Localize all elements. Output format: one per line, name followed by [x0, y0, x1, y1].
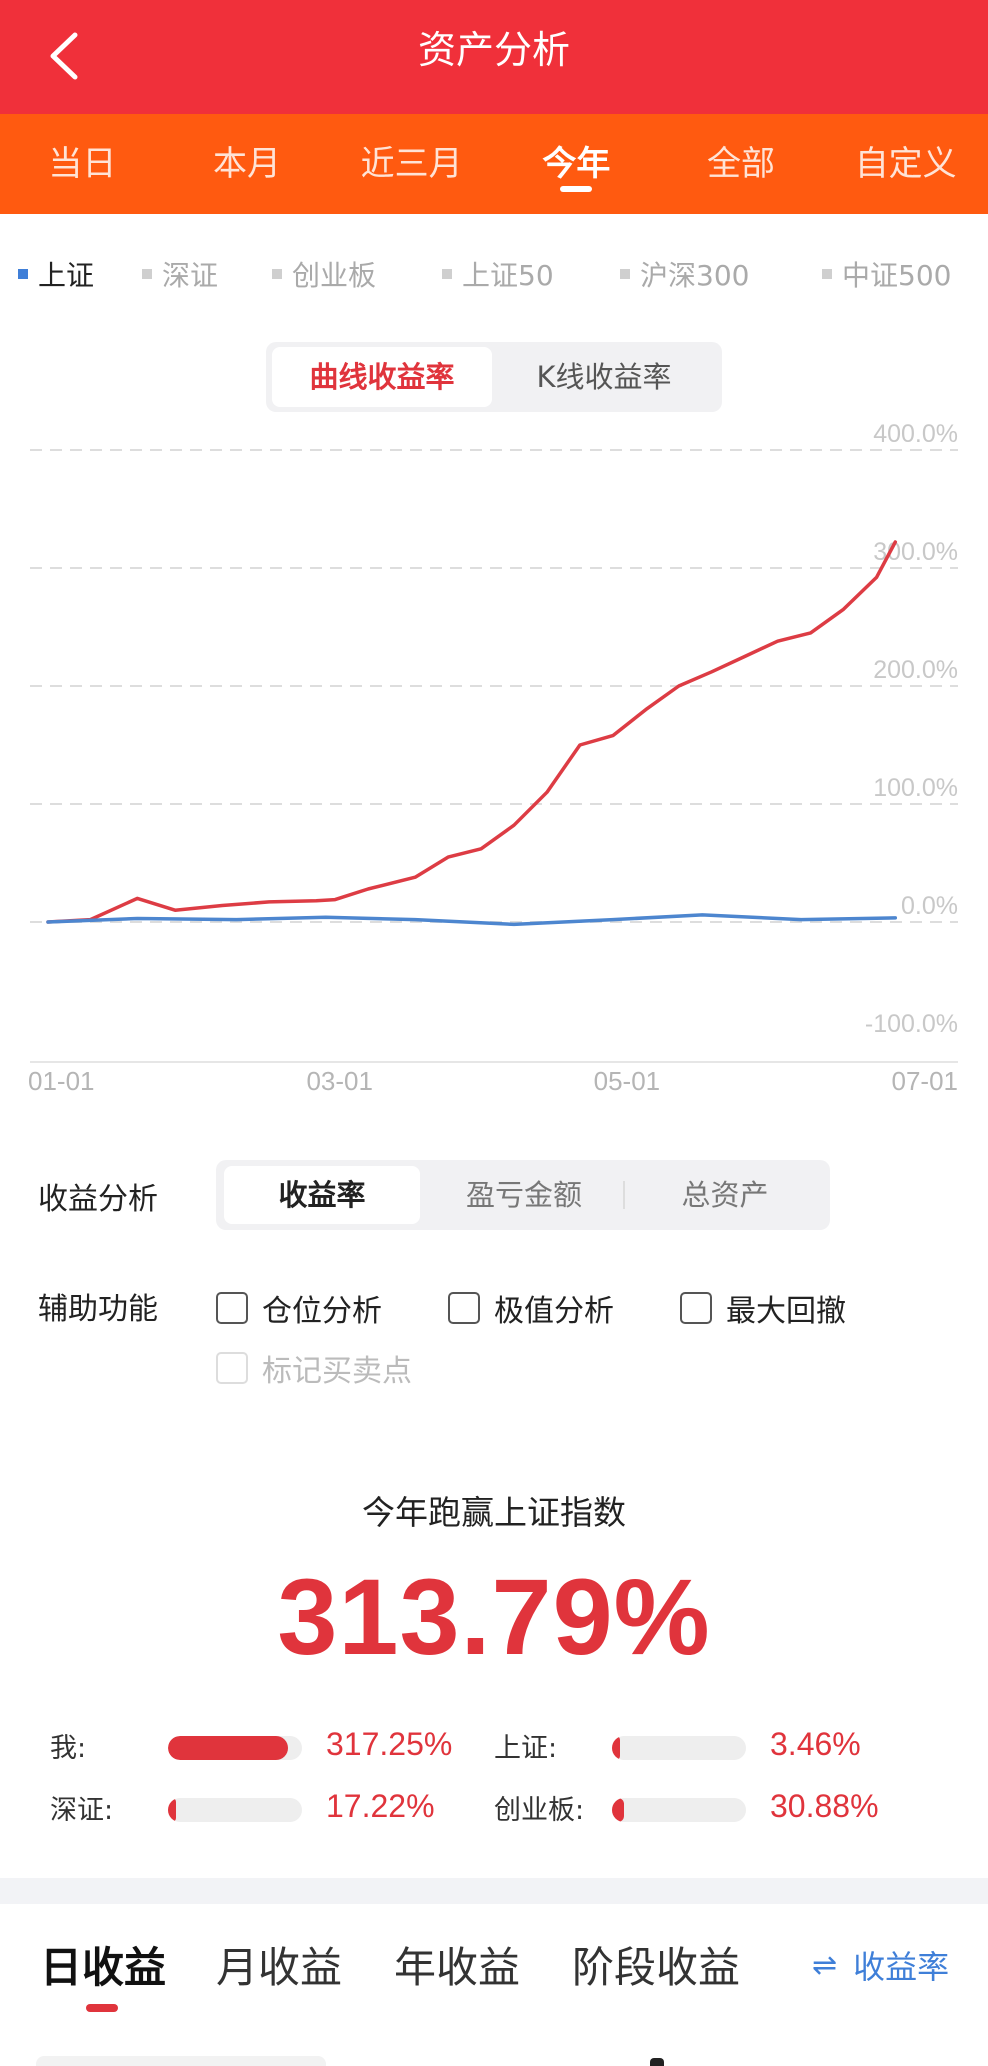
compare-bar: [612, 1798, 746, 1822]
checkbox-label: 标记买卖点: [262, 1354, 412, 1389]
y-tick-label: 400.0%: [873, 420, 958, 448]
tab-custom[interactable]: 自定义: [823, 114, 988, 214]
analysis-return-rate[interactable]: 收益率: [224, 1166, 420, 1224]
compare-bar: [612, 1736, 746, 1760]
checkbox-label: 极值分析: [494, 1294, 614, 1329]
index-legend: 上证 深证 创业板 上证50 沪深300 中证500: [18, 254, 978, 294]
switch-label: 收益率: [853, 1948, 950, 1986]
tab-monthly-return[interactable]: 月收益: [216, 1934, 342, 1995]
curve-return-button[interactable]: 曲线收益率: [272, 347, 492, 407]
summary-title: 今年跑赢上证指数: [362, 1493, 626, 1532]
checkbox-label: 仓位分析: [262, 1294, 382, 1329]
legend-dot: [18, 269, 28, 279]
analysis-total-assets[interactable]: 总资产: [630, 1166, 820, 1224]
switch-metric-button[interactable]: ⇌ 收益率: [812, 1942, 949, 1988]
legend-csi500[interactable]: 中证500: [822, 254, 951, 294]
legend-shanghai[interactable]: 上证: [18, 254, 94, 294]
compare-value: 30.88%: [770, 1788, 879, 1824]
active-tab-indicator: [560, 186, 593, 192]
y-tick-label: 200.0%: [873, 656, 958, 684]
compare-label: 深证:: [50, 1795, 114, 1826]
y-tick-label: 0.0%: [901, 892, 958, 920]
legend-label: 上证: [38, 259, 95, 292]
legend-dot: [822, 269, 832, 279]
compare-shenzhen: 深证: 17.22%: [50, 1788, 470, 1828]
compare-bar: [168, 1798, 302, 1822]
return-chart[interactable]: 400.0%300.0%200.0%100.0%0.0%-100.0%01-01…: [0, 410, 988, 1100]
summary-value: 313.79%: [277, 1556, 711, 1677]
checkbox-box: [448, 1292, 480, 1324]
tab-today[interactable]: 当日: [0, 114, 165, 214]
tab-this-year[interactable]: 今年: [494, 114, 659, 214]
checkbox-box: [216, 1292, 248, 1324]
checkbox-box: [680, 1292, 712, 1324]
tab-daily-return[interactable]: 日收益: [40, 1934, 166, 1995]
compare-bar-fill: [612, 1736, 620, 1760]
legend-chinext[interactable]: 创业板: [272, 254, 376, 294]
compare-value: 317.25%: [326, 1726, 453, 1762]
legend-dot: [620, 269, 630, 279]
x-tick-label: 07-01: [892, 1066, 959, 1096]
legend-dot: [272, 269, 282, 279]
legend-csi300[interactable]: 沪深300: [620, 254, 749, 294]
legend-label: 创业板: [292, 259, 377, 292]
compare-bar: [168, 1736, 302, 1760]
compare-shanghai: 上证: 3.46%: [494, 1726, 914, 1766]
max-drawdown-checkbox[interactable]: 最大回撤: [680, 1286, 846, 1330]
mark-trades-checkbox: 标记买卖点: [216, 1346, 412, 1390]
legend-label: 深证: [162, 259, 219, 292]
compare-label: 创业板:: [494, 1795, 585, 1826]
y-tick-label: -100.0%: [865, 1010, 958, 1038]
extreme-analysis-checkbox[interactable]: 极值分析: [448, 1286, 614, 1330]
compare-value: 17.22%: [326, 1788, 435, 1824]
legend-shenzhen[interactable]: 深证: [142, 254, 218, 294]
series-line-mine: [46, 540, 898, 924]
legend-label: 沪深300: [640, 259, 750, 292]
analysis-profit-amount[interactable]: 盈亏金额: [430, 1166, 618, 1224]
compare-bar-fill: [612, 1798, 624, 1822]
aux-label: 辅助功能: [38, 1292, 158, 1327]
list-item-peek-mark: [650, 2058, 664, 2066]
legend-sse50[interactable]: 上证50: [442, 254, 554, 294]
x-tick-label: 03-01: [306, 1066, 373, 1096]
section-divider: [0, 1878, 988, 1904]
kline-return-button[interactable]: K线收益率: [492, 347, 716, 407]
analysis-divider: [623, 1181, 625, 1209]
title-bar: 资产分析: [0, 0, 988, 114]
legend-dot: [442, 269, 452, 279]
analysis-label: 收益分析: [38, 1182, 158, 1217]
swap-icon: ⇌: [812, 1947, 838, 1983]
compare-mine: 我: 317.25%: [50, 1726, 470, 1766]
compare-chinext: 创业板: 30.88%: [494, 1788, 914, 1828]
tab-this-month[interactable]: 本月: [165, 114, 330, 214]
compare-bar-fill: [168, 1736, 288, 1760]
tab-all[interactable]: 全部: [659, 114, 824, 214]
page-title: 资产分析: [417, 28, 570, 72]
checkbox-label: 最大回撤: [726, 1294, 846, 1329]
period-tabs: 当日 本月 近三月 今年 全部 自定义: [0, 114, 988, 214]
tab-this-year-label: 今年: [542, 144, 611, 184]
y-tick-label: 100.0%: [873, 774, 958, 802]
x-tick-label: 01-01: [28, 1066, 95, 1096]
legend-label: 上证50: [462, 259, 554, 292]
x-tick-label: 05-01: [594, 1066, 661, 1096]
compare-bar-fill: [168, 1798, 176, 1822]
position-analysis-checkbox[interactable]: 仓位分析: [216, 1286, 382, 1330]
bottom-tab-indicator: [86, 2004, 118, 2012]
tab-yearly-return[interactable]: 年收益: [394, 1934, 520, 1995]
compare-value: 3.46%: [770, 1726, 861, 1762]
compare-label: 上证:: [494, 1733, 558, 1764]
tab-three-months[interactable]: 近三月: [329, 114, 494, 214]
tab-period-return[interactable]: 阶段收益: [572, 1934, 740, 1995]
checkbox-box: [216, 1352, 248, 1384]
legend-dot: [142, 269, 152, 279]
chart-mode-toggle: 曲线收益率 K线收益率: [266, 342, 722, 412]
compare-label: 我:: [50, 1733, 87, 1764]
analysis-toggle: 收益率 盈亏金额 总资产: [216, 1160, 830, 1230]
list-item-peek: [36, 2056, 326, 2066]
legend-label: 中证500: [842, 259, 952, 292]
